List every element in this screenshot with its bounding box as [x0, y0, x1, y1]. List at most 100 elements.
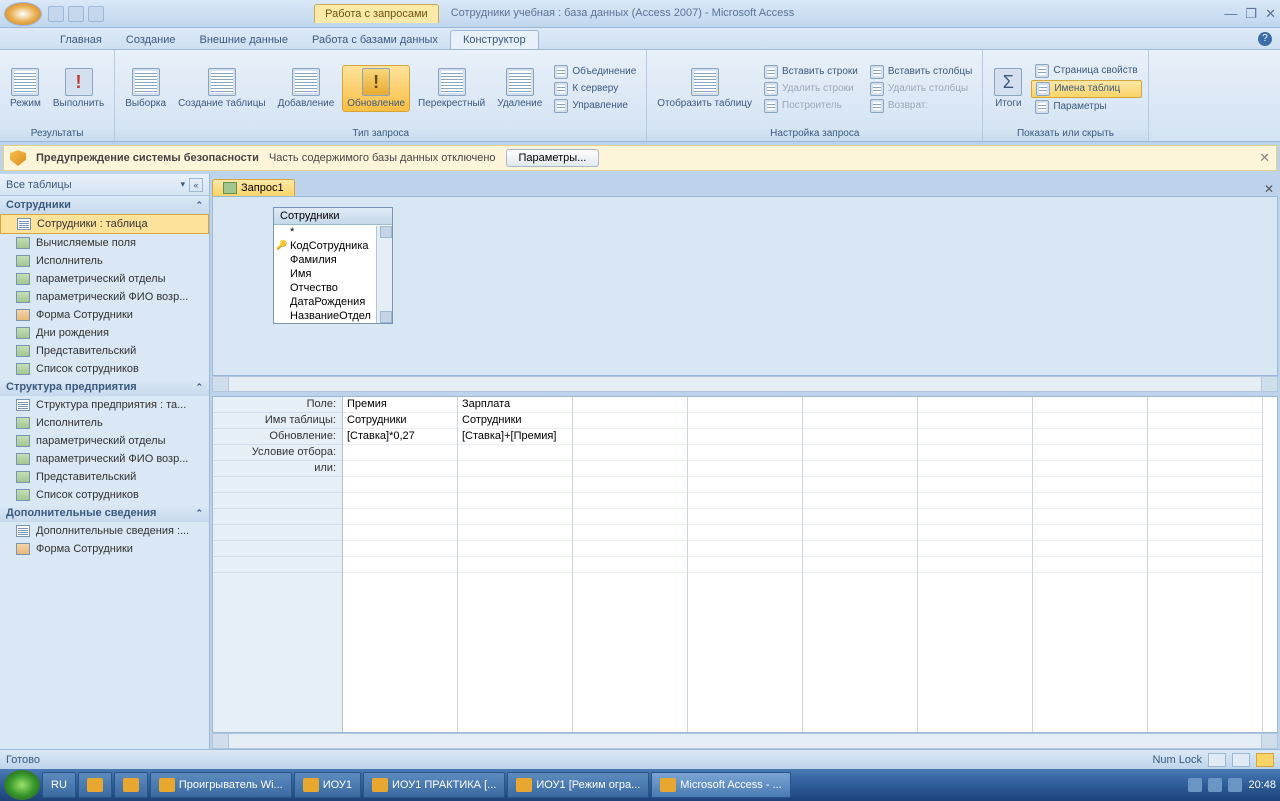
- showtable-button[interactable]: Отобразить таблицу: [653, 66, 756, 111]
- delete-cols-button[interactable]: Удалить столбцы: [866, 81, 976, 97]
- scroll-right-icon[interactable]: [1261, 734, 1277, 748]
- table-box[interactable]: Сотрудники * КодСотрудника Фамилия Имя О…: [273, 207, 393, 324]
- run-button[interactable]: Выполнить: [49, 66, 108, 111]
- undo-icon[interactable]: [68, 6, 84, 22]
- volume-icon[interactable]: [1228, 778, 1242, 792]
- nav-header[interactable]: Все таблицы▾ «: [0, 174, 209, 196]
- nav-group-additional[interactable]: Дополнительные сведения⌃: [0, 504, 209, 522]
- nav-collapse-icon[interactable]: «: [189, 178, 203, 192]
- minimize-icon[interactable]: —: [1224, 6, 1237, 22]
- grid-column[interactable]: [918, 397, 1033, 732]
- tab-design[interactable]: Конструктор: [450, 30, 539, 49]
- nav-item[interactable]: Исполнитель: [0, 252, 209, 270]
- security-close-icon[interactable]: ✕: [1259, 150, 1270, 166]
- help-icon[interactable]: ?: [1258, 32, 1272, 46]
- nav-item[interactable]: параметрический ФИО возр...: [0, 288, 209, 306]
- taskbar-item[interactable]: Microsoft Access - ...: [651, 772, 790, 798]
- start-button[interactable]: [4, 770, 40, 800]
- table-field[interactable]: Отчество: [274, 281, 392, 295]
- taskbar-item[interactable]: Проигрыватель Wi...: [150, 772, 292, 798]
- datadef-button[interactable]: Управление: [550, 98, 640, 114]
- maketable-button[interactable]: Создание таблицы: [174, 66, 270, 111]
- nav-item[interactable]: Список сотрудников: [0, 486, 209, 504]
- grid-column[interactable]: [803, 397, 918, 732]
- nav-item[interactable]: параметрический отделы: [0, 432, 209, 450]
- union-button[interactable]: Объединение: [550, 64, 640, 80]
- append-button[interactable]: Добавление: [274, 66, 339, 111]
- nav-item[interactable]: Представительский: [0, 468, 209, 486]
- nav-item[interactable]: Дни рождения: [0, 324, 209, 342]
- insert-rows-button[interactable]: Вставить строки: [760, 64, 862, 80]
- passthrough-button[interactable]: К серверу: [550, 81, 640, 97]
- view-design-icon[interactable]: [1256, 753, 1274, 767]
- grid-column[interactable]: ЗарплатаСотрудники[Ставка]+[Премия]: [458, 397, 573, 732]
- view-sql-icon[interactable]: [1232, 753, 1250, 767]
- grid-column[interactable]: [573, 397, 688, 732]
- parameters-button[interactable]: Параметры: [1031, 99, 1141, 115]
- quick-launch-icon[interactable]: [78, 772, 112, 798]
- chevron-down-icon[interactable]: ▾: [180, 179, 185, 190]
- insert-cols-button[interactable]: Вставить столбцы: [866, 64, 976, 80]
- scrollbar[interactable]: [376, 226, 392, 323]
- update-button[interactable]: Обновление: [342, 65, 410, 112]
- return-button[interactable]: Возврат:: [866, 98, 976, 114]
- maximize-icon[interactable]: ❐: [1245, 6, 1257, 22]
- propsheet-button[interactable]: Страница свойств: [1031, 63, 1141, 79]
- nav-item[interactable]: Исполнитель: [0, 414, 209, 432]
- tab-database[interactable]: Работа с базами данных: [300, 31, 450, 49]
- scroll-right-icon[interactable]: [1261, 377, 1277, 391]
- nav-item[interactable]: Вычисляемые поля: [0, 234, 209, 252]
- document-tab[interactable]: Запрос1: [212, 179, 295, 196]
- nav-item[interactable]: параметрический ФИО возр...: [0, 450, 209, 468]
- query-design-surface[interactable]: Сотрудники * КодСотрудника Фамилия Имя О…: [212, 196, 1278, 376]
- tray-icon[interactable]: [1208, 778, 1222, 792]
- table-field[interactable]: КодСотрудника: [274, 239, 392, 253]
- nav-item[interactable]: Сотрудники : таблица: [0, 214, 209, 234]
- grid-column[interactable]: [688, 397, 803, 732]
- tab-create[interactable]: Создание: [114, 31, 188, 49]
- crosstab-button[interactable]: Перекрестный: [414, 66, 489, 111]
- table-field[interactable]: *: [274, 225, 392, 239]
- office-button[interactable]: [4, 2, 42, 26]
- delete-button[interactable]: Удаление: [493, 66, 546, 111]
- totals-button[interactable]: Итоги: [989, 66, 1027, 111]
- view-button[interactable]: Режим: [6, 66, 45, 111]
- grid-column[interactable]: ПремияСотрудники[Ставка]*0,27: [343, 397, 458, 732]
- table-field[interactable]: Фамилия: [274, 253, 392, 267]
- scroll-left-icon[interactable]: [213, 377, 229, 391]
- nav-item[interactable]: параметрический отделы: [0, 270, 209, 288]
- grid-column[interactable]: [1033, 397, 1148, 732]
- table-field[interactable]: НазваниеОтдел: [274, 309, 392, 323]
- grid-horizontal-scrollbar[interactable]: [212, 733, 1278, 749]
- taskbar-item[interactable]: ИОУ1 ПРАКТИКА [...: [363, 772, 505, 798]
- redo-icon[interactable]: [88, 6, 104, 22]
- nav-item[interactable]: Форма Сотрудники: [0, 540, 209, 558]
- view-datasheet-icon[interactable]: [1208, 753, 1226, 767]
- nav-item[interactable]: Дополнительные сведения :...: [0, 522, 209, 540]
- tablenames-button[interactable]: Имена таблиц: [1031, 80, 1141, 98]
- scroll-left-icon[interactable]: [213, 734, 229, 748]
- horizontal-scrollbar[interactable]: [212, 376, 1278, 392]
- quick-launch-icon[interactable]: [114, 772, 148, 798]
- table-field[interactable]: ДатаРождения: [274, 295, 392, 309]
- taskbar-item[interactable]: ИОУ1 [Режим огра...: [507, 772, 649, 798]
- nav-group-employees[interactable]: Сотрудники⌃: [0, 196, 209, 214]
- table-field[interactable]: Имя: [274, 267, 392, 281]
- close-icon[interactable]: ✕: [1265, 6, 1276, 22]
- clock[interactable]: 20:48: [1248, 779, 1276, 791]
- nav-group-structure[interactable]: Структура предприятия⌃: [0, 378, 209, 396]
- nav-item[interactable]: Список сотрудников: [0, 360, 209, 378]
- tab-home[interactable]: Главная: [48, 31, 114, 49]
- save-icon[interactable]: [48, 6, 64, 22]
- taskbar-item[interactable]: ИОУ1: [294, 772, 361, 798]
- lang-indicator[interactable]: RU: [42, 772, 76, 798]
- select-query-button[interactable]: Выборка: [121, 66, 170, 111]
- delete-rows-button[interactable]: Удалить строки: [760, 81, 862, 97]
- tab-close-icon[interactable]: ✕: [1264, 182, 1274, 196]
- grid-column[interactable]: [1148, 397, 1263, 732]
- tray-icon[interactable]: [1188, 778, 1202, 792]
- nav-item[interactable]: Форма Сотрудники: [0, 306, 209, 324]
- nav-item[interactable]: Представительский: [0, 342, 209, 360]
- builder-button[interactable]: Построитель: [760, 98, 862, 114]
- nav-item[interactable]: Структура предприятия : та...: [0, 396, 209, 414]
